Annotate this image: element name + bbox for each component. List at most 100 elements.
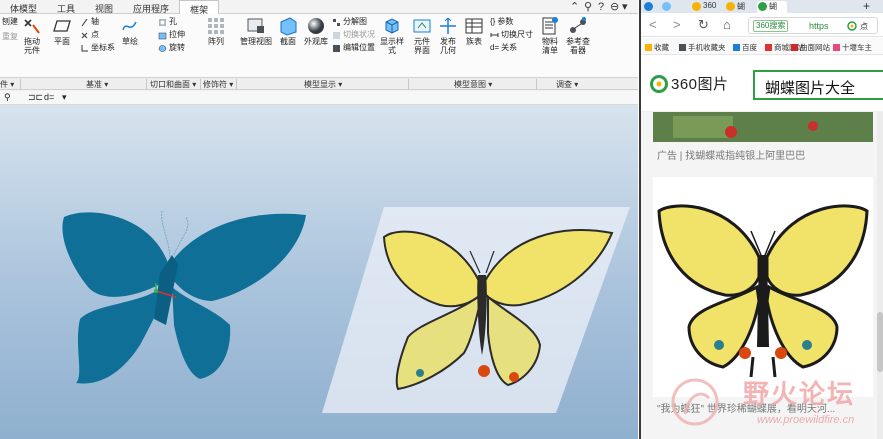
bookmark-mobile[interactable]: 手机收藏夹 (679, 42, 726, 53)
publish-geometry-button[interactable]: 发布 几何 (438, 16, 458, 55)
switch-dimensions-button[interactable]: 切换尺寸 (490, 30, 533, 40)
bookmark-surface[interactable]: 曲面网站 (791, 42, 830, 53)
bill-of-materials-button[interactable]: 物料 清单 (540, 16, 560, 55)
group-model-display-menu[interactable]: 模型显示 ▾ (304, 79, 342, 90)
back-button[interactable]: < (649, 18, 657, 31)
extrude-icon (158, 32, 167, 39)
braces-icon: {} (490, 17, 496, 26)
sketch-button[interactable]: 草绘 (120, 16, 140, 46)
ribbon-group-labels: 件 ▾ 基准 ▾ 切口和曲面 ▾ 修饰符 ▾ 模型显示 ▾ 模型意图 ▾ 调查 … (0, 78, 638, 90)
quick-toolbar: ⚲ ⊐⊏ d= ▾ (0, 91, 638, 105)
family-table-button[interactable]: 族表 (464, 16, 484, 46)
browser-tab[interactable] (661, 1, 689, 13)
group-investigate-menu[interactable]: 调查 ▾ (556, 79, 578, 90)
interface-icon (413, 19, 431, 33)
appearance-gallery-button[interactable]: 外观库 (304, 16, 328, 46)
result-thumbnail-butterfly[interactable] (653, 177, 873, 397)
pencil-icon[interactable]: ⚲ (4, 92, 11, 103)
new-tab-button[interactable]: + (851, 0, 871, 11)
plane-button[interactable]: 平面 (52, 16, 72, 46)
dropdown-icon[interactable]: ▾ (622, 1, 628, 13)
help-icon[interactable]: ? (598, 1, 604, 13)
forum-watermark: 野火论坛 www.proewildfire.cn (665, 374, 875, 434)
views-icon (247, 18, 264, 33)
relation-toggle-icon[interactable]: d= (44, 92, 54, 102)
pattern-button[interactable]: 阵列 (206, 16, 226, 46)
extrude-button[interactable]: 拉伸 (158, 30, 185, 40)
search-query-text: 蝴蝶图片大全 (765, 80, 856, 97)
repeat-button[interactable]: 重复 (2, 32, 18, 42)
bookmark-favorites[interactable]: 收藏 (645, 42, 669, 53)
hole-button[interactable]: 孔 (158, 17, 177, 27)
manage-views-button[interactable]: 管理视图 (240, 16, 272, 46)
settings-icon[interactable]: ⊖ (610, 1, 619, 13)
tab-tools[interactable]: 工具 (47, 0, 85, 14)
site-icon (726, 2, 735, 11)
search-icon[interactable]: ⚲ (584, 1, 592, 13)
home-button[interactable]: ⌂ (723, 18, 731, 31)
drag-icon (24, 19, 40, 34)
butterfly-3d-model[interactable] (62, 210, 306, 384)
browser-tab[interactable]: 蝴 (725, 1, 755, 13)
parameters-button[interactable]: {} 参数 (490, 17, 513, 27)
relations-button[interactable]: d= 关系 (490, 43, 517, 53)
edit-position-button[interactable]: 编辑位置 (332, 43, 375, 53)
group-modifiers-menu[interactable]: 修饰符 ▾ (203, 79, 233, 90)
dimension-toggle-icon[interactable]: ⊐⊏ (28, 92, 43, 103)
section-button[interactable]: 截面 (278, 16, 298, 46)
quick-dropdown-icon[interactable]: ▾ (62, 92, 67, 103)
tab-framework[interactable]: 框架 (179, 0, 220, 15)
publish-icon (440, 17, 456, 34)
browser-tab[interactable] (643, 1, 657, 13)
cube-icon (385, 18, 399, 34)
browser-tab-active[interactable]: 蝴 (757, 1, 787, 13)
search-suggest-label: 点 (860, 22, 868, 31)
reload-button[interactable]: ↻ (698, 18, 709, 31)
sphere-icon (308, 18, 324, 34)
exploded-view-button[interactable]: 分解图 (332, 17, 367, 27)
tab-view[interactable]: 视图 (85, 0, 123, 14)
bom-icon (542, 17, 558, 35)
bookmark-shiyan[interactable]: 十堰车主 (833, 42, 872, 53)
url-text: https (809, 21, 829, 31)
group-datum-menu[interactable]: 基准 ▾ (86, 79, 108, 90)
relations-icon: d= (490, 43, 500, 52)
group-model-intent-menu[interactable]: 模型意图 ▾ (454, 79, 492, 90)
group-divider (408, 79, 409, 89)
search-input[interactable]: 蝴蝶图片大全 (753, 70, 883, 100)
group-divider (236, 79, 237, 89)
ribbon-toolbar: 刨建 重复 拖动 元件 平面 轴 点 坐标系 草绘 孔 拉伸 旋转 阵列 管理视… (0, 14, 638, 78)
group-divider (146, 79, 147, 89)
tab-model[interactable]: 体模型 (0, 0, 47, 14)
forward-button[interactable]: > (673, 18, 681, 31)
watermark-text: 野火论坛 (743, 380, 856, 410)
display-style-button[interactable]: 显示样 式 (380, 16, 404, 55)
group-divider (20, 79, 21, 89)
ad-label[interactable]: 广告 | 找蝴蝶戒指纯银上阿里巴巴 (657, 147, 805, 162)
address-bar[interactable]: 360搜索 https 点 (748, 17, 878, 34)
group-parts-menu[interactable]: 件 ▾ (0, 79, 14, 90)
group-cut-surface-menu[interactable]: 切口和曲面 ▾ (150, 79, 196, 90)
tab-applications[interactable]: 应用程序 (123, 0, 179, 14)
bookmark-baidu[interactable]: 百度 (733, 42, 757, 53)
create-button[interactable]: 刨建 (2, 17, 18, 27)
point-button[interactable]: 点 (80, 30, 99, 40)
drag-components-button[interactable]: 拖动 元件 (22, 16, 42, 55)
group-divider (200, 79, 201, 89)
component-interface-button[interactable]: 元件 界面 (412, 16, 432, 55)
page-header: 360图片 蝴蝶图片大全 (641, 56, 883, 112)
csys-button[interactable]: 坐标系 (80, 43, 115, 53)
ribbon-minimize-icon[interactable]: ⌃ (570, 1, 579, 13)
page-scrollbar[interactable] (877, 112, 883, 439)
reference-viewer-button[interactable]: 参考查 看器 (566, 16, 590, 55)
toggle-status-button[interactable]: 切换状况 (332, 30, 375, 40)
section-icon (280, 17, 297, 36)
site-logo[interactable]: 360图片 (649, 73, 729, 94)
browser-tab[interactable]: 360 (691, 1, 723, 13)
axis-button[interactable]: 轴 (80, 17, 99, 27)
result-thumbnail-ad[interactable] (653, 112, 873, 142)
revolve-button[interactable]: 旋转 (158, 43, 185, 53)
graphics-viewport[interactable] (0, 105, 638, 439)
scrollbar-thumb[interactable] (877, 312, 883, 372)
plane-icon (53, 20, 71, 32)
